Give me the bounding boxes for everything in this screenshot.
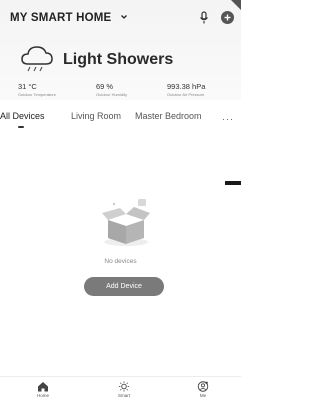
status-corner-marker	[231, 0, 241, 10]
air-pressure-value: 993.38 hPa	[167, 82, 206, 91]
air-pressure-stat: 993.38 hPa Outdoor Air Pressure	[167, 82, 205, 97]
empty-box-icon	[102, 199, 150, 246]
tab-living-room[interactable]: Living Room	[71, 111, 121, 121]
microphone-icon[interactable]	[198, 11, 210, 25]
humidity-label: Outdoor Humidity	[96, 92, 128, 97]
profile-icon	[197, 381, 209, 392]
sun-icon	[118, 381, 130, 392]
bottom-nav: Home Smart Me	[0, 376, 241, 406]
tab-all-devices[interactable]: All Devices	[0, 111, 45, 121]
humidity-value: 69 %	[96, 82, 114, 91]
active-tab-indicator	[18, 126, 24, 128]
room-tabs: All Devices Living Room Master Bedroom	[0, 111, 241, 131]
home-title[interactable]: MY SMART HOME	[10, 12, 111, 24]
add-device-button[interactable]: Add Device	[84, 277, 164, 296]
nav-home-label: Home	[36, 393, 49, 398]
temperature-label: Outdoor Temperature	[18, 92, 56, 97]
home-icon	[38, 382, 48, 392]
add-icon[interactable]	[221, 11, 234, 24]
more-tabs-button[interactable]: ···	[222, 114, 234, 124]
nav-me-label: Me	[199, 393, 207, 398]
temperature-value: 31 °C	[18, 82, 37, 91]
nav-me[interactable]: Me	[183, 381, 223, 398]
nav-smart-label: Smart	[117, 393, 130, 398]
empty-state-message: No devices	[104, 258, 137, 265]
weather-condition: Light Showers	[63, 51, 174, 68]
chevron-down-icon[interactable]	[120, 13, 128, 21]
nav-home[interactable]: Home	[23, 381, 63, 398]
tab-master-bedroom[interactable]: Master Bedroom	[135, 111, 202, 121]
nav-smart[interactable]: Smart	[104, 381, 144, 398]
humidity-stat: 69 % Outdoor Humidity	[96, 82, 127, 97]
air-pressure-label: Outdoor Air Pressure	[167, 92, 205, 97]
side-marker	[225, 181, 241, 185]
temperature-stat: 31 °C Outdoor Temperature	[18, 82, 56, 97]
cloud-rain-icon	[21, 46, 53, 72]
